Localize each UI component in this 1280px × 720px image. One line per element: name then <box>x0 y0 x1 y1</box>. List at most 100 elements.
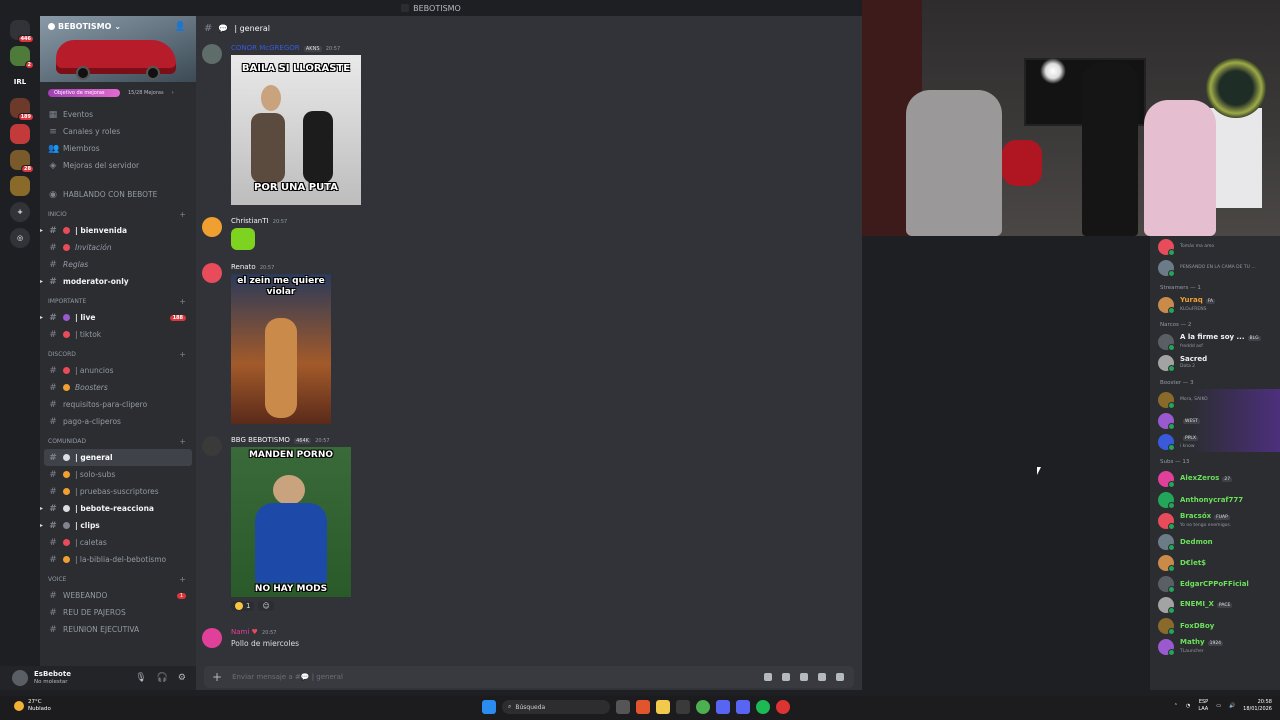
message-author[interactable]: CONOR McGREGOR <box>231 44 300 52</box>
member-item[interactable]: Tomás ma amo <box>1150 236 1280 257</box>
menu-item-server-boosts[interactable]: ◈ Mejoras del servidor <box>40 157 196 174</box>
menu-item-channels-roles[interactable]: ≡ Canales y roles <box>40 123 196 140</box>
obs-icon[interactable] <box>776 700 790 714</box>
avatar[interactable] <box>12 670 28 686</box>
member-item[interactable]: EdgarCPPoFFicial <box>1150 573 1280 594</box>
discord-icon[interactable] <box>736 700 750 714</box>
channel-category[interactable]: DISCORD + <box>40 347 196 362</box>
emoji-icon[interactable] <box>818 673 826 681</box>
task-view-icon[interactable] <box>616 700 630 714</box>
server-icon[interactable] <box>10 124 30 144</box>
member-item[interactable]: A la firme soy ... BLG freddd asf <box>1150 331 1280 352</box>
composer-input[interactable]: Enviar mensaje a #💬 | general <box>232 673 343 681</box>
channel-item[interactable]: ▸ # | clips <box>40 517 196 534</box>
member-item[interactable]: Yuraq FA KLOuFRENS <box>1150 294 1280 315</box>
reaction-laugh[interactable]: 1 <box>231 601 255 611</box>
add-channel-icon[interactable]: + <box>179 297 186 306</box>
gif-attachment[interactable]: BAILA SI LLORASTE POR UNA PUTA <box>231 55 361 205</box>
clock[interactable]: 20:58 18/01/2026 <box>1243 699 1272 713</box>
channel-item[interactable]: # Reglas <box>40 256 196 273</box>
server-icon[interactable]: IRL <box>10 72 30 92</box>
avatar[interactable] <box>202 263 222 283</box>
server-icon[interactable] <box>10 176 30 196</box>
brave-icon[interactable] <box>636 700 650 714</box>
channel-item[interactable]: # WEBEANDO 1 <box>40 587 196 604</box>
member-item[interactable]: Mathy 1924 TLauncher <box>1150 636 1280 657</box>
channel-item[interactable]: ▸ # moderator-only <box>40 273 196 290</box>
add-attachment-icon[interactable]: + <box>212 670 222 684</box>
gif-attachment[interactable]: el zein me quiere violar <box>231 274 331 424</box>
channel-item[interactable]: # Invitación <box>40 239 196 256</box>
server-icon[interactable]: 189 <box>10 98 34 121</box>
boost-goal-bar[interactable]: Objetivo de mejoras 15/28 Mejoras › <box>40 86 196 100</box>
channel-item[interactable]: # REUNION EJECUTIVA <box>40 621 196 638</box>
avatar[interactable] <box>202 436 222 456</box>
add-reaction-button[interactable]: ☺ <box>258 601 274 611</box>
headphones-icon[interactable]: 🎧 <box>157 673 168 683</box>
server-icon[interactable]: 446 <box>10 20 34 43</box>
gift-icon[interactable] <box>764 673 772 681</box>
microphone-icon[interactable]: 🎙 <box>135 673 146 683</box>
channel-item[interactable]: # Boosters <box>40 379 196 396</box>
thread-arrow-icon[interactable]: ▸ <box>40 314 43 321</box>
channel-item[interactable]: ▸ # | bebote-reacciona <box>40 500 196 517</box>
store-icon[interactable] <box>676 700 690 714</box>
add-channel-icon[interactable]: + <box>179 350 186 359</box>
special-channel[interactable]: ◉ HABLANDO CON BEBOTE <box>40 186 196 203</box>
member-item[interactable]: Anthonycraf777 <box>1150 489 1280 510</box>
message-author[interactable]: Renato <box>231 263 256 271</box>
member-item[interactable]: FoxDBoy <box>1150 615 1280 636</box>
member-item[interactable]: WEST <box>1150 410 1280 431</box>
gif-attachment[interactable]: MANDEN PORNO NO HAY MODS <box>231 447 351 597</box>
language-indicator[interactable]: ESP LAA <box>1198 699 1208 713</box>
channel-item[interactable]: # | caletas <box>40 534 196 551</box>
sticker-attachment[interactable] <box>231 228 255 250</box>
channel-category[interactable]: VOICE + <box>40 572 196 587</box>
thread-arrow-icon[interactable]: ▸ <box>40 278 43 285</box>
server-name[interactable]: BEBOTISMO ⌄ <box>48 22 121 31</box>
message-author[interactable]: Nami <box>231 628 249 636</box>
member-item[interactable]: Mora, SAIKO <box>1150 389 1280 410</box>
weather-widget[interactable]: 27°C Nublado <box>14 699 51 713</box>
add-channel-icon[interactable]: + <box>179 437 186 446</box>
channel-item[interactable]: # REU DE PAJEROS <box>40 604 196 621</box>
server-icon[interactable]: 28 <box>10 150 34 173</box>
apps-icon[interactable] <box>836 673 844 681</box>
message-composer[interactable]: + Enviar mensaje a #💬 | general <box>204 666 854 688</box>
channel-item[interactable]: # | anuncios <box>40 362 196 379</box>
thread-arrow-icon[interactable]: ▸ <box>40 522 43 529</box>
avatar[interactable] <box>202 217 222 237</box>
member-item[interactable]: AlexZeros 27 <box>1150 468 1280 489</box>
channel-item[interactable]: # pago-a-cliperos <box>40 413 196 430</box>
server-icon[interactable]: 2 <box>10 46 34 69</box>
network-icon[interactable]: ▭ <box>1216 703 1221 709</box>
invite-user-icon[interactable]: 👤 <box>175 22 186 32</box>
channel-item[interactable]: # | pruebas-suscriptores <box>40 483 196 500</box>
start-icon[interactable] <box>482 700 496 714</box>
teams-icon[interactable] <box>716 700 730 714</box>
channel-item[interactable]: ▸ # | live 188 <box>40 309 196 326</box>
message-author[interactable]: ChristianTI <box>231 217 269 225</box>
avatar[interactable] <box>202 44 222 64</box>
thread-arrow-icon[interactable]: ▸ <box>40 505 43 512</box>
chevron-up-icon[interactable]: ⌃ <box>1174 703 1178 709</box>
channel-item[interactable]: ▸ # | bienvenida <box>40 222 196 239</box>
channel-item[interactable]: # | general <box>44 449 192 466</box>
member-item[interactable]: Dedmon <box>1150 531 1280 552</box>
member-item[interactable]: Sacred Dota 2 <box>1150 352 1280 373</box>
wifi-icon[interactable]: ◔ <box>1186 703 1190 709</box>
menu-item-members[interactable]: 👥 Miembros <box>40 140 196 157</box>
member-item[interactable]: PENSANDO EN LA CAMA DE TU ... <box>1150 257 1280 278</box>
channel-category[interactable]: IMPORTANTE + <box>40 294 196 309</box>
spotify-icon[interactable] <box>756 700 770 714</box>
message-author[interactable]: BBG BEBOTISMO <box>231 436 290 444</box>
channel-item[interactable]: # | solo-subs <box>40 466 196 483</box>
sticker-icon[interactable] <box>800 673 808 681</box>
avatar[interactable] <box>202 628 222 648</box>
member-item[interactable]: ENEMI_X PACE <box>1150 594 1280 615</box>
gif-icon[interactable] <box>782 673 790 681</box>
server-icon[interactable]: ◎ <box>10 228 30 248</box>
chrome-icon[interactable] <box>696 700 710 714</box>
server-icon[interactable]: + <box>10 202 30 222</box>
menu-item-events[interactable]: ▦ Eventos <box>40 106 196 123</box>
